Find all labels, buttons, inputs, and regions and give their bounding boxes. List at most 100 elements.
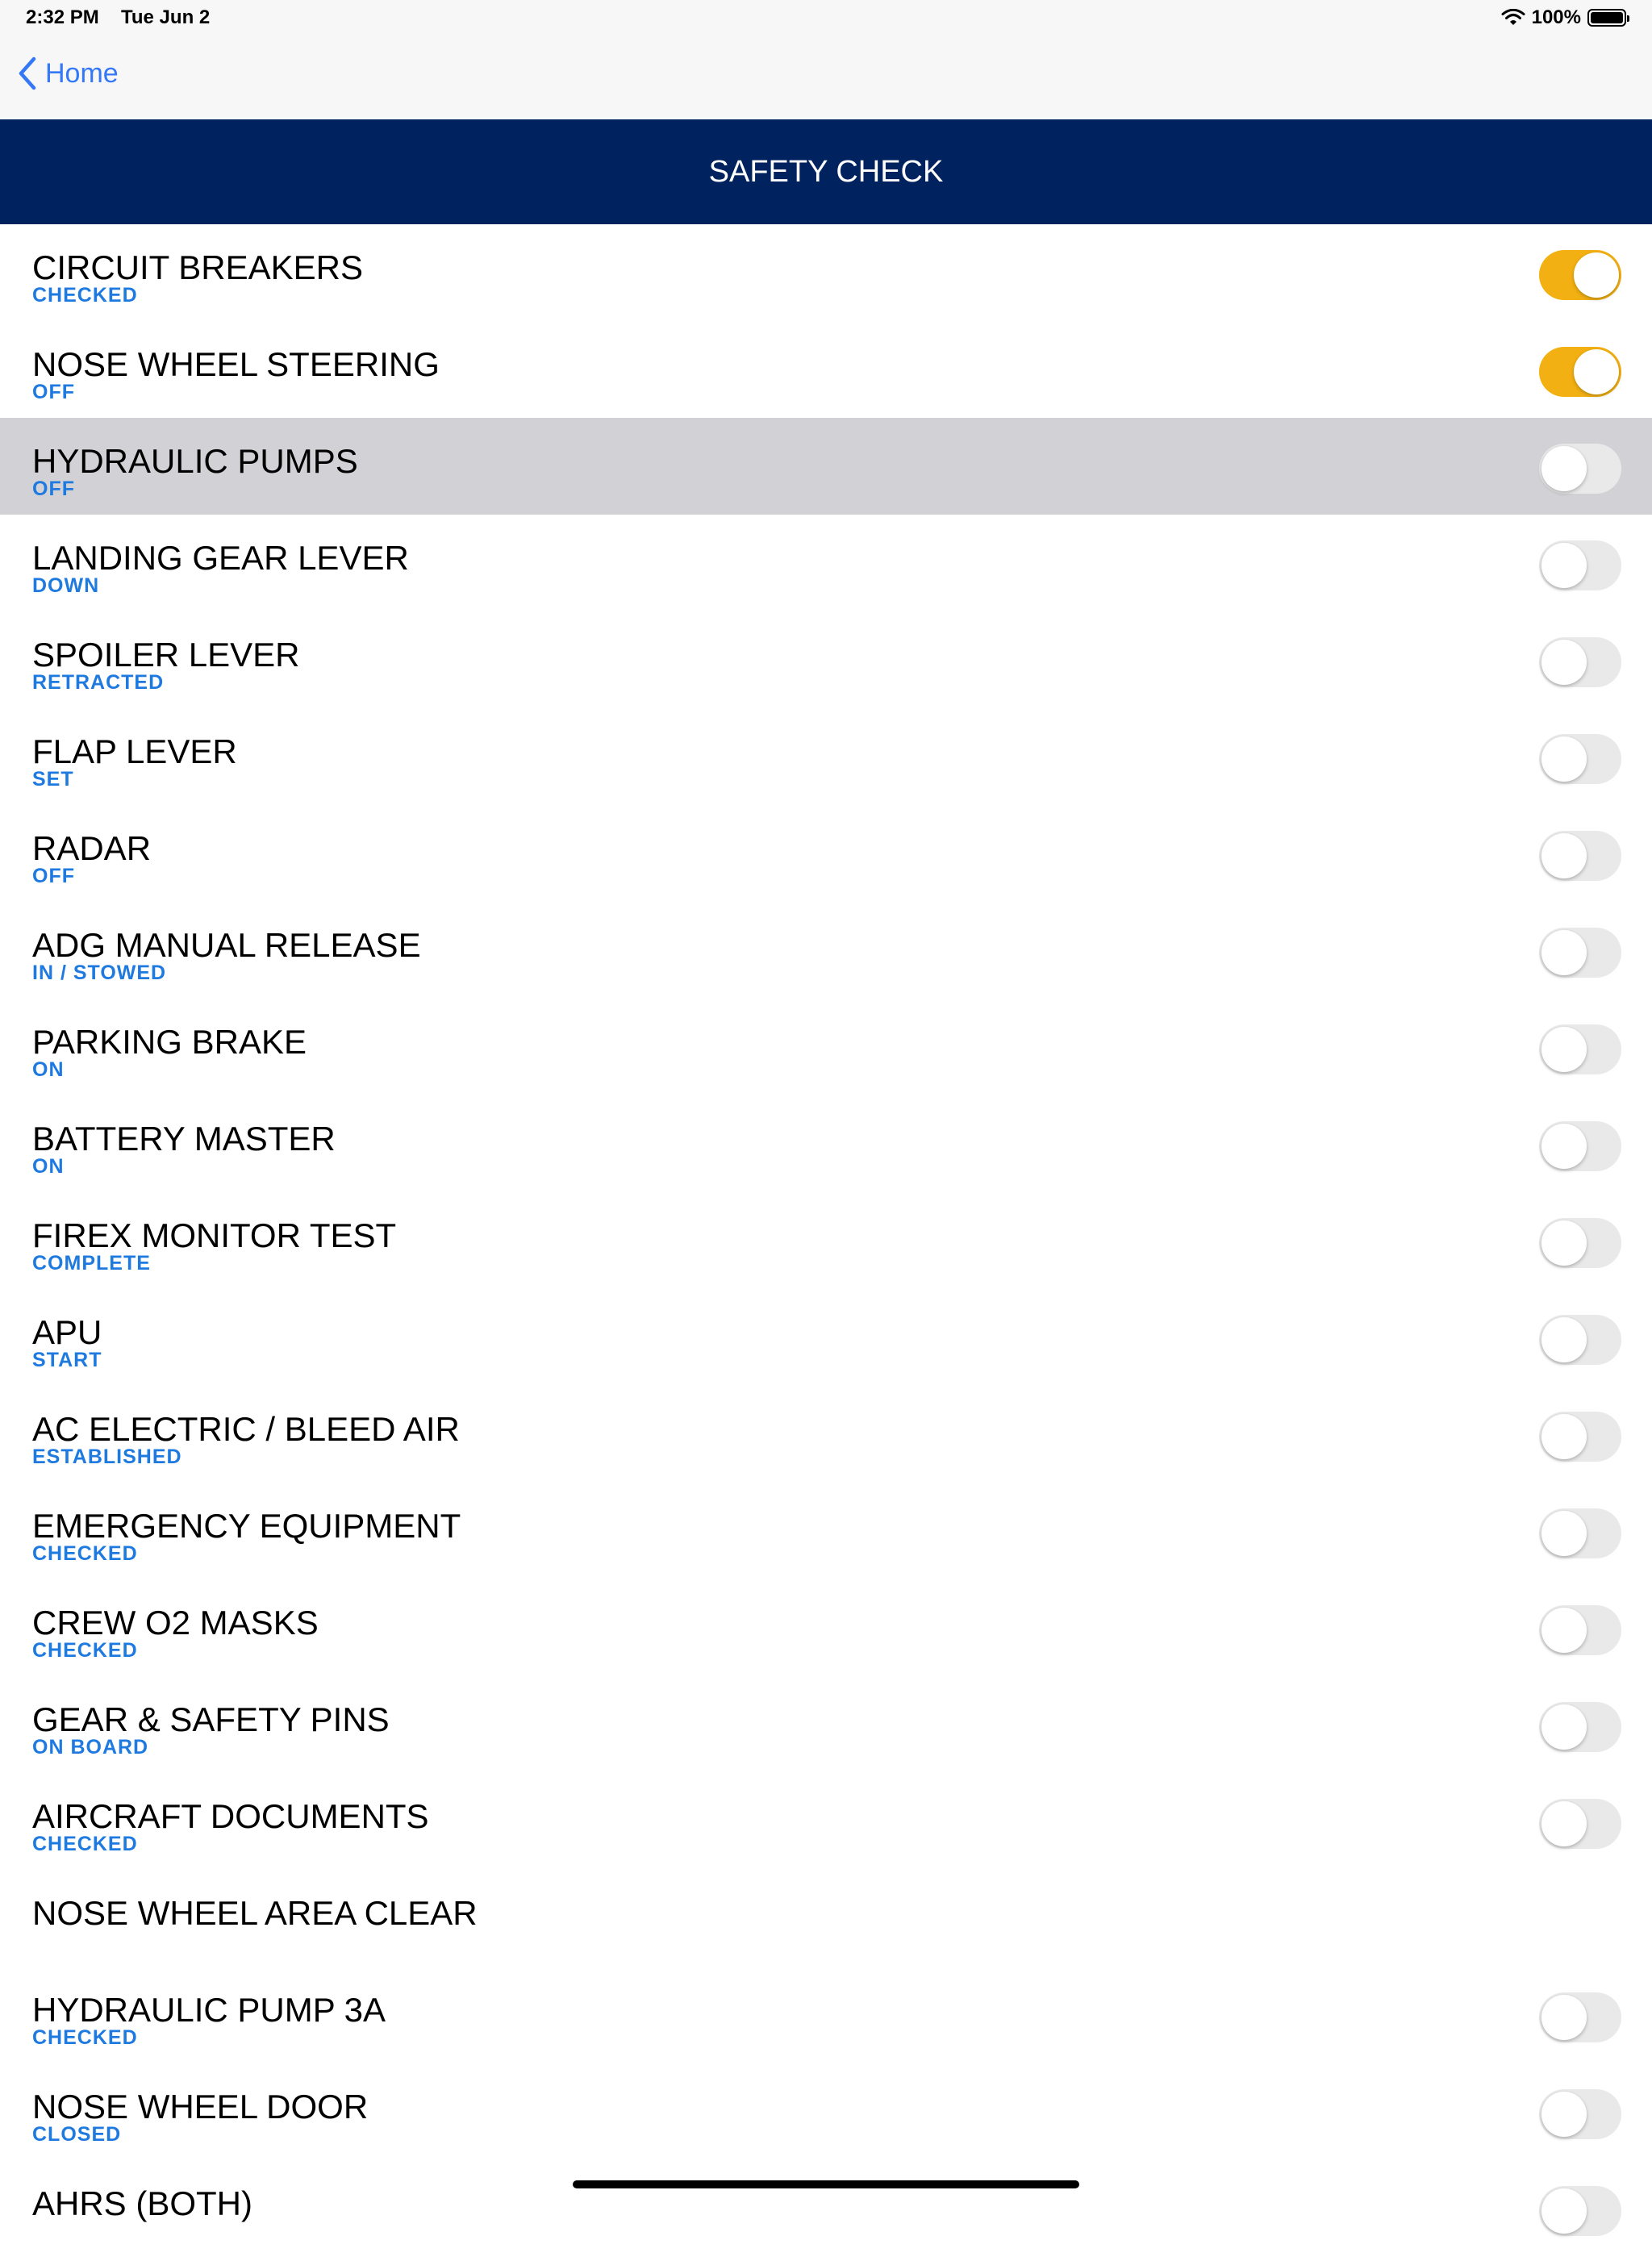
checklist-row[interactable]: ADG MANUAL RELEASE IN / STOWED bbox=[0, 902, 1652, 999]
back-button-label: Home bbox=[45, 57, 119, 89]
toggle-knob bbox=[1541, 833, 1587, 878]
item-label: AHRS (BOTH) bbox=[32, 2184, 252, 2222]
status-date: Tue Jun 2 bbox=[121, 6, 211, 28]
checklist-row[interactable]: FLAP LEVER SET bbox=[0, 708, 1652, 805]
toggle-knob bbox=[1541, 1220, 1587, 1266]
checklist-row[interactable]: BATTERY MASTER ON bbox=[0, 1095, 1652, 1192]
item-toggle[interactable] bbox=[1539, 1605, 1621, 1655]
toggle-knob bbox=[1541, 1124, 1587, 1169]
item-toggle[interactable] bbox=[1539, 1702, 1621, 1752]
status-bar: 2:32 PM Tue Jun 2 100% bbox=[0, 0, 1652, 39]
item-toggle[interactable] bbox=[1539, 1315, 1621, 1365]
item-state: OFF bbox=[32, 381, 75, 403]
toggle-knob bbox=[1541, 543, 1587, 588]
checklist-row[interactable]: AHRS (BOTH) bbox=[0, 2160, 1652, 2257]
checklist-row[interactable]: HYDRAULIC PUMP 3A CHECKED bbox=[0, 1967, 1652, 2063]
toggle-knob bbox=[1541, 1608, 1587, 1653]
checklist: CIRCUIT BREAKERS CHECKED NOSE WHEEL STEE… bbox=[0, 224, 1652, 2257]
item-toggle[interactable] bbox=[1539, 1024, 1621, 1074]
item-state: ESTABLISHED bbox=[32, 1446, 182, 1468]
item-label: BATTERY MASTER bbox=[32, 1120, 336, 1158]
status-time: 2:32 PM bbox=[26, 6, 99, 28]
item-state: ON bbox=[32, 1155, 65, 1178]
back-button[interactable]: Home bbox=[18, 56, 119, 90]
toggle-knob bbox=[1541, 1414, 1587, 1459]
checklist-row[interactable]: LANDING GEAR LEVER DOWN bbox=[0, 515, 1652, 611]
item-toggle[interactable] bbox=[1539, 734, 1621, 784]
item-toggle[interactable] bbox=[1539, 637, 1621, 687]
checklist-row[interactable]: NOSE WHEEL STEERING OFF bbox=[0, 321, 1652, 418]
toggle-knob bbox=[1574, 252, 1619, 298]
checklist-row[interactable]: NOSE WHEEL AREA CLEAR bbox=[0, 1870, 1652, 1967]
toggle-knob bbox=[1541, 1511, 1587, 1556]
item-toggle[interactable] bbox=[1539, 928, 1621, 978]
item-label: FLAP LEVER bbox=[32, 732, 237, 770]
item-state: CHECKED bbox=[32, 1542, 138, 1565]
item-toggle[interactable] bbox=[1539, 250, 1621, 300]
item-label: GEAR & SAFETY PINS bbox=[32, 1700, 390, 1738]
item-label: RADAR bbox=[32, 829, 152, 867]
toggle-knob bbox=[1541, 736, 1587, 782]
toggle-knob bbox=[1541, 1027, 1587, 1072]
checklist-row[interactable]: CIRCUIT BREAKERS CHECKED bbox=[0, 224, 1652, 321]
item-state: SET bbox=[32, 768, 74, 791]
item-label: CIRCUIT BREAKERS bbox=[32, 248, 363, 286]
item-toggle[interactable] bbox=[1539, 1218, 1621, 1268]
toggle-knob bbox=[1541, 1704, 1587, 1750]
item-label: EMERGENCY EQUIPMENT bbox=[32, 1507, 461, 1545]
page-title: SAFETY CHECK bbox=[708, 154, 944, 189]
item-state: CHECKED bbox=[32, 284, 138, 307]
item-label: HYDRAULIC PUMPS bbox=[32, 442, 358, 480]
item-state: DOWN bbox=[32, 574, 100, 597]
item-state: OFF bbox=[32, 865, 75, 887]
toggle-knob bbox=[1574, 349, 1619, 394]
item-state: CHECKED bbox=[32, 1833, 138, 1855]
item-toggle[interactable] bbox=[1539, 2186, 1621, 2236]
item-state: ON bbox=[32, 1058, 65, 1081]
checklist-row[interactable]: CREW O2 MASKS CHECKED bbox=[0, 1579, 1652, 1676]
page-title-banner: SAFETY CHECK bbox=[0, 119, 1652, 224]
toggle-knob bbox=[1541, 1995, 1587, 2040]
checklist-row[interactable]: RADAR OFF bbox=[0, 805, 1652, 902]
checklist-row[interactable]: GEAR & SAFETY PINS ON BOARD bbox=[0, 1676, 1652, 1773]
home-indicator[interactable] bbox=[573, 2180, 1079, 2188]
battery-icon bbox=[1587, 9, 1629, 27]
navigation-bar: Home bbox=[0, 39, 1652, 119]
item-state: CHECKED bbox=[32, 2026, 138, 2049]
item-toggle[interactable] bbox=[1539, 1412, 1621, 1462]
item-label: SPOILER LEVER bbox=[32, 636, 300, 674]
battery-fill bbox=[1591, 12, 1623, 23]
item-label: ADG MANUAL RELEASE bbox=[32, 926, 421, 964]
checklist-row[interactable]: HYDRAULIC PUMPS OFF bbox=[0, 418, 1652, 515]
item-state: RETRACTED bbox=[32, 671, 165, 694]
checklist-row[interactable]: AIRCRAFT DOCUMENTS CHECKED bbox=[0, 1773, 1652, 1870]
item-toggle[interactable] bbox=[1539, 1992, 1621, 2042]
item-toggle[interactable] bbox=[1539, 1121, 1621, 1171]
item-state: CLOSED bbox=[32, 2123, 122, 2146]
item-toggle[interactable] bbox=[1539, 444, 1621, 494]
checklist-row[interactable]: NOSE WHEEL DOOR CLOSED bbox=[0, 2063, 1652, 2160]
checklist-row[interactable]: FIREX MONITOR TEST COMPLETE bbox=[0, 1192, 1652, 1289]
battery-percent: 100% bbox=[1531, 6, 1581, 28]
checklist-row[interactable]: EMERGENCY EQUIPMENT CHECKED bbox=[0, 1483, 1652, 1579]
toggle-knob bbox=[1541, 930, 1587, 975]
item-state: ON BOARD bbox=[32, 1736, 149, 1758]
item-toggle[interactable] bbox=[1539, 347, 1621, 397]
checklist-row[interactable]: PARKING BRAKE ON bbox=[0, 999, 1652, 1095]
item-toggle[interactable] bbox=[1539, 831, 1621, 881]
checklist-row[interactable]: APU START bbox=[0, 1289, 1652, 1386]
toggle-knob bbox=[1541, 1317, 1587, 1362]
item-label: NOSE WHEEL STEERING bbox=[32, 345, 440, 383]
item-toggle[interactable] bbox=[1539, 2089, 1621, 2139]
item-label: NOSE WHEEL DOOR bbox=[32, 2088, 369, 2126]
item-toggle[interactable] bbox=[1539, 1799, 1621, 1849]
item-label: AIRCRAFT DOCUMENTS bbox=[32, 1797, 429, 1835]
item-toggle[interactable] bbox=[1539, 540, 1621, 590]
item-state: CHECKED bbox=[32, 1639, 138, 1662]
checklist-row[interactable]: AC ELECTRIC / BLEED AIR ESTABLISHED bbox=[0, 1386, 1652, 1483]
checklist-row[interactable]: SPOILER LEVER RETRACTED bbox=[0, 611, 1652, 708]
item-label: FIREX MONITOR TEST bbox=[32, 1216, 397, 1254]
item-label: AC ELECTRIC / BLEED AIR bbox=[32, 1410, 460, 1448]
item-toggle[interactable] bbox=[1539, 1508, 1621, 1558]
item-state: START bbox=[32, 1349, 102, 1371]
